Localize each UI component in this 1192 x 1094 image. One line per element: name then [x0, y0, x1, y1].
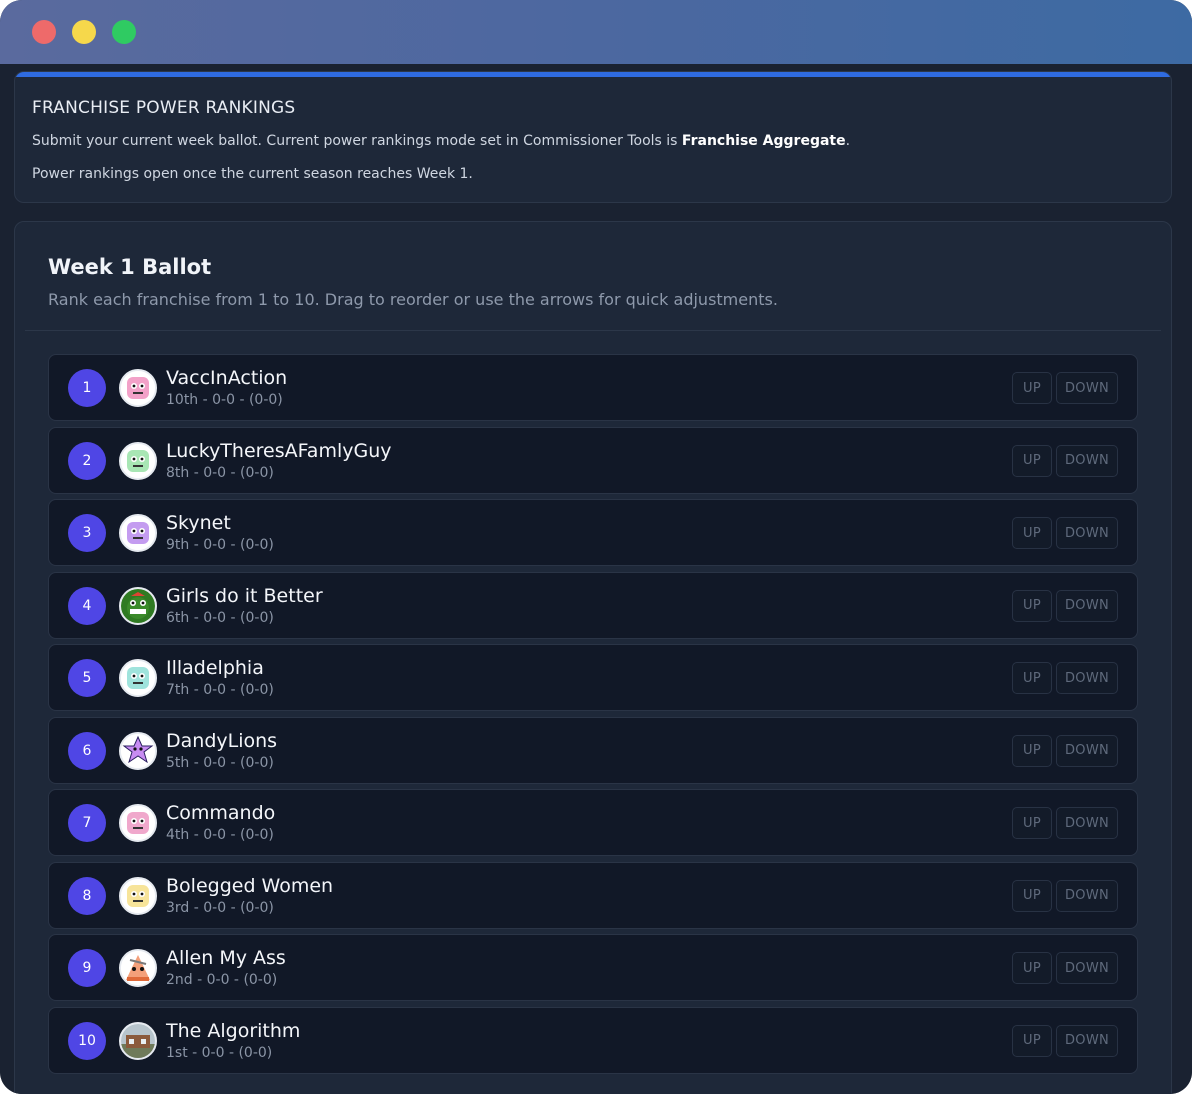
team-name: Allen My Ass	[166, 947, 286, 969]
franchise-ranking-list: 1 VaccInAction 10th - 0-0 - (0-0) UP DOW…	[48, 354, 1138, 1079]
franchise-row-4[interactable]: 4 Girls do it Better 6th - 0-0 - (0-0) U…	[48, 571, 1138, 639]
rank-badge: 8	[68, 876, 106, 915]
team-name: LuckyTheresAFamlyGuy	[166, 439, 392, 462]
title-bar	[0, 0, 1192, 64]
team-record: 6th - 0-0 - (0-0)	[166, 609, 274, 626]
move-up-button[interactable]: UP	[1012, 879, 1052, 912]
franchise-row-1[interactable]: 1 VaccInAction 10th - 0-0 - (0-0) UP DOW…	[48, 354, 1138, 421]
team-avatar	[119, 876, 157, 915]
move-up-button[interactable]: UP	[1012, 952, 1052, 984]
team-record: 9th - 0-0 - (0-0)	[166, 537, 274, 553]
move-down-button[interactable]: DOWN	[1056, 1024, 1118, 1057]
franchise-row-2[interactable]: 2 LuckyTheresAFamlyGuy 8th - 0-0 - (0-0)…	[48, 426, 1138, 494]
yellow-robot-avatar-icon	[121, 878, 155, 913]
close-window-button[interactable]	[32, 20, 56, 44]
move-up-button[interactable]: UP	[1012, 517, 1052, 549]
rank-badge: 3	[68, 514, 106, 552]
team-avatar	[119, 369, 157, 407]
page-title: FRANCHISE POWER RANKINGS	[32, 98, 296, 118]
team-record: 4th - 0-0 - (0-0)	[166, 827, 274, 843]
move-down-button[interactable]: DOWN	[1056, 807, 1118, 839]
building-photo-avatar-icon	[121, 1023, 155, 1058]
team-name: Girls do it Better	[166, 584, 323, 607]
pink-robot-avatar-icon	[121, 371, 155, 405]
franchise-row-5[interactable]: 5 Illadelphia 7th - 0-0 - (0-0) UP DOWN	[48, 644, 1138, 711]
team-avatar	[119, 659, 157, 697]
panel-divider	[25, 330, 1161, 331]
cone-robot-avatar-icon	[121, 951, 155, 985]
team-avatar	[119, 949, 157, 987]
team-name: Skynet	[166, 512, 231, 534]
team-avatar	[119, 514, 157, 552]
team-record: 3rd - 0-0 - (0-0)	[166, 899, 274, 916]
team-name: DandyLions	[166, 729, 278, 752]
power-rankings-header-card: FRANCHISE POWER RANKINGS Submit your cur…	[14, 71, 1172, 203]
franchise-row-6[interactable]: 6 DandyLions 5th - 0-0 - (0-0) UP DOWN	[48, 716, 1138, 784]
rankings-mode-value: Franchise Aggregate	[681, 133, 846, 149]
rank-badge: 7	[68, 804, 106, 842]
team-record: 1st - 0-0 - (0-0)	[166, 1044, 273, 1061]
team-avatar	[119, 586, 157, 625]
move-up-button[interactable]: UP	[1012, 662, 1052, 694]
move-up-button[interactable]: UP	[1012, 372, 1052, 404]
move-down-button[interactable]: DOWN	[1056, 734, 1118, 767]
team-record: 5th - 0-0 - (0-0)	[166, 754, 274, 771]
ballot-instructions: Rank each franchise from 1 to 10. Drag t…	[48, 290, 778, 309]
mode-description-end: .	[845, 133, 851, 149]
team-name: Commando	[166, 802, 276, 824]
rank-badge: 6	[68, 731, 106, 770]
mode-description-text: Submit your current week ballot. Current…	[32, 133, 682, 149]
team-record: 7th - 0-0 - (0-0)	[166, 682, 274, 698]
ballot-mode-description: Submit your current week ballot. Current…	[32, 133, 850, 149]
franchise-row-3[interactable]: 3 Skynet 9th - 0-0 - (0-0) UP DOWN	[48, 499, 1138, 566]
franchise-row-7[interactable]: 7 Commando 4th - 0-0 - (0-0) UP DOWN	[48, 789, 1138, 856]
team-name: VaccInAction	[166, 367, 288, 389]
rank-badge: 9	[68, 949, 106, 987]
team-avatar	[119, 441, 157, 480]
app-window: FRANCHISE POWER RANKINGS Submit your cur…	[0, 0, 1192, 1094]
team-name: The Algorithm	[166, 1019, 301, 1042]
purple-star-avatar-icon	[121, 733, 155, 768]
team-record: 10th - 0-0 - (0-0)	[166, 392, 283, 408]
franchise-row-9[interactable]: 9 Allen My Ass 2nd - 0-0 - (0-0) UP DOWN	[48, 934, 1138, 1001]
move-down-button[interactable]: DOWN	[1056, 589, 1118, 622]
move-up-button[interactable]: UP	[1012, 807, 1052, 839]
team-name: Bolegged Women	[166, 874, 334, 897]
header-accent-bar	[15, 72, 1171, 77]
pink-robot-glasses-avatar-icon	[121, 806, 155, 840]
rank-badge: 5	[68, 659, 106, 697]
purple-robot-avatar-icon	[121, 516, 155, 550]
team-avatar	[119, 731, 157, 770]
move-up-button[interactable]: UP	[1012, 444, 1052, 477]
move-down-button[interactable]: DOWN	[1056, 444, 1118, 477]
move-down-button[interactable]: DOWN	[1056, 372, 1118, 404]
maximize-window-button[interactable]	[112, 20, 136, 44]
move-down-button[interactable]: DOWN	[1056, 662, 1118, 694]
rank-badge: 2	[68, 441, 106, 480]
rank-badge: 1	[68, 369, 106, 407]
ballot-title: Week 1 Ballot	[48, 255, 212, 279]
rank-badge: 10	[68, 1021, 106, 1060]
team-record: 2nd - 0-0 - (0-0)	[166, 972, 278, 988]
minimize-window-button[interactable]	[72, 20, 96, 44]
move-down-button[interactable]: DOWN	[1056, 517, 1118, 549]
move-up-button[interactable]: UP	[1012, 734, 1052, 767]
team-record: 8th - 0-0 - (0-0)	[166, 464, 274, 481]
rank-badge: 4	[68, 586, 106, 625]
move-down-button[interactable]: DOWN	[1056, 879, 1118, 912]
move-down-button[interactable]: DOWN	[1056, 952, 1118, 984]
main-content: FRANCHISE POWER RANKINGS Submit your cur…	[0, 64, 1192, 1094]
team-avatar	[119, 1021, 157, 1060]
franchise-row-8[interactable]: 8 Bolegged Women 3rd - 0-0 - (0-0) UP DO…	[48, 861, 1138, 929]
team-name: Illadelphia	[166, 657, 264, 679]
move-up-button[interactable]: UP	[1012, 1024, 1052, 1057]
ballot-panel: Week 1 Ballot Rank each franchise from 1…	[14, 221, 1172, 1094]
rankings-open-notice: Power rankings open once the current sea…	[32, 166, 473, 182]
team-avatar	[119, 804, 157, 842]
green-monster-avatar-icon	[121, 588, 155, 623]
green-robot-avatar-icon	[121, 443, 155, 478]
franchise-row-10[interactable]: 10 The Algorithm 1st - 0-0 - (0-0) UP DO…	[48, 1006, 1138, 1074]
teal-robot-avatar-icon	[121, 661, 155, 695]
move-up-button[interactable]: UP	[1012, 589, 1052, 622]
